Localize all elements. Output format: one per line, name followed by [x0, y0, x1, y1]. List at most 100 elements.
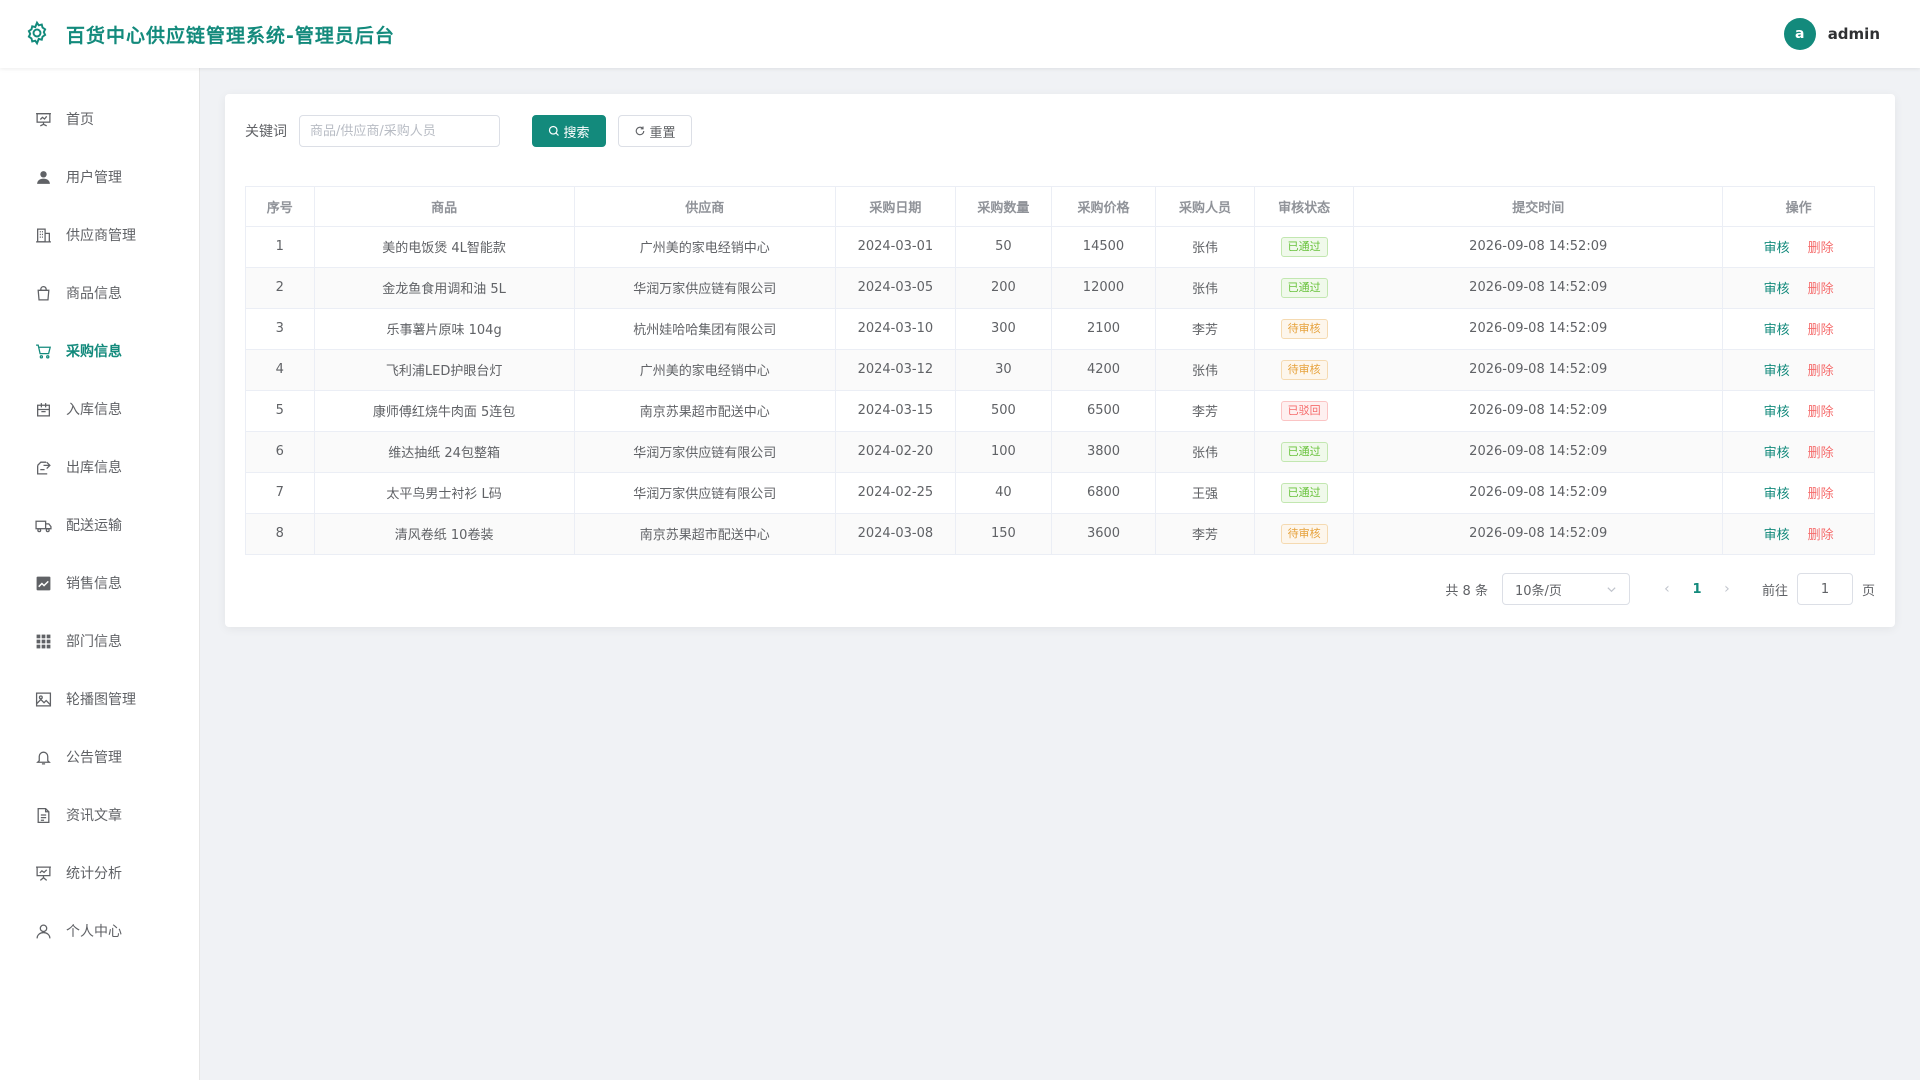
sidebar-item-label: 供应商管理 [66, 228, 136, 244]
cell-index: 6 [246, 431, 315, 473]
audit-button[interactable]: 审核 [1764, 323, 1790, 338]
cell-supplier: 南京苏果超市配送中心 [574, 513, 836, 554]
sidebar-item-label: 轮播图管理 [66, 692, 136, 708]
sidebar-item-label: 销售信息 [66, 576, 122, 592]
cell-status: 已通过 [1254, 431, 1355, 473]
search-label: 关键词 [245, 124, 287, 140]
sidebar-item-12[interactable]: 资讯文章 [0, 786, 199, 844]
sidebar-item-6[interactable]: 出库信息 [0, 438, 199, 496]
column-header: 操作 [1722, 187, 1874, 227]
cell-buyer: 张伟 [1155, 226, 1256, 268]
status-badge: 待审核 [1280, 318, 1328, 339]
cell-qty: 100 [955, 431, 1052, 473]
table-row: 4 飞利浦LED护眼台灯 广州美的家电经销中心 2024-03-12 30 4200 张伟 待… [246, 349, 1874, 391]
cell-actions: 审核 删除 [1722, 431, 1874, 473]
audit-button[interactable]: 审核 [1764, 446, 1790, 461]
sidebar-item-label: 公告管理 [66, 750, 122, 766]
sidebar-item-4[interactable]: 采购信息 [0, 322, 199, 380]
sidebar-item-2[interactable]: 供应商管理 [0, 206, 199, 264]
status-badge: 已通过 [1280, 277, 1328, 298]
goto-label: 前往 [1761, 583, 1788, 599]
sidebar-item-0[interactable]: 首页 [0, 90, 199, 148]
presentation-icon [34, 110, 52, 128]
sidebar-item-8[interactable]: 销售信息 [0, 554, 199, 612]
delete-button[interactable]: 删除 [1808, 364, 1834, 379]
cell-price: 6500 [1051, 390, 1157, 432]
avatar[interactable]: a [1783, 18, 1816, 50]
delete-button[interactable]: 删除 [1808, 487, 1834, 502]
cell-product: 康师傅红烧牛肉面 5连包 [314, 390, 575, 432]
sidebar-item-5[interactable]: 入库信息 [0, 380, 199, 438]
audit-button[interactable]: 审核 [1764, 364, 1790, 379]
username[interactable]: admin [1828, 25, 1880, 43]
cell-qty: 40 [955, 472, 1052, 514]
sidebar-item-3[interactable]: 商品信息 [0, 264, 199, 322]
page-number[interactable]: 1 [1682, 582, 1712, 597]
picture-icon [34, 690, 52, 708]
sidebar-item-9[interactable]: 部门信息 [0, 612, 199, 670]
sidebar: 首页 用户管理供应商管理商品信息 采购信息 入库信息 出库信息 配送运输销售信息部门信息轮… [0, 68, 200, 1080]
cell-price: 12000 [1051, 267, 1157, 309]
cell-submit-time: 2026-09-08 14:52:09 [1353, 267, 1724, 309]
delete-button[interactable]: 删除 [1808, 446, 1834, 461]
cell-date: 2024-02-25 [835, 472, 956, 514]
cell-product: 美的电饭煲 4L智能款 [314, 226, 575, 268]
cell-buyer: 张伟 [1155, 431, 1256, 473]
column-header: 提交时间 [1353, 187, 1724, 227]
sidebar-item-label: 个人中心 [66, 924, 122, 940]
status-badge: 待审核 [1280, 523, 1328, 544]
sidebar-item-7[interactable]: 配送运输 [0, 496, 199, 554]
cell-price: 3600 [1051, 513, 1157, 554]
cell-product: 清风卷纸 10卷装 [314, 513, 575, 554]
cell-actions: 审核 删除 [1722, 513, 1874, 554]
goto-page-input[interactable] [1796, 573, 1853, 605]
reset-button-label: 重置 [649, 125, 676, 141]
search-bar: 关键词 搜索 重置 [245, 114, 1875, 148]
cell-supplier: 华润万家供应链有限公司 [574, 431, 836, 473]
sidebar-item-11[interactable]: 公告管理 [0, 728, 199, 786]
app-title: 百货中心供应链管理系统-管理员后台 [66, 24, 395, 47]
cell-price: 14500 [1051, 226, 1157, 268]
cell-product: 太平鸟男士衬衫 L码 [314, 472, 575, 514]
prev-page-button[interactable]: ‹ [1652, 581, 1682, 597]
audit-button[interactable]: 审核 [1764, 528, 1790, 543]
cell-index: 7 [246, 472, 315, 514]
reset-button[interactable]: 重置 [618, 115, 692, 147]
grid-icon [34, 632, 52, 650]
audit-button[interactable]: 审核 [1764, 405, 1790, 420]
sidebar-item-10[interactable]: 轮播图管理 [0, 670, 199, 728]
cell-submit-time: 2026-09-08 14:52:09 [1353, 308, 1724, 350]
goto-suffix: 页 [1861, 583, 1875, 599]
cell-supplier: 广州美的家电经销中心 [574, 349, 836, 391]
sidebar-item-1[interactable]: 用户管理 [0, 148, 199, 206]
sidebar-item-13[interactable]: 统计分析 [0, 844, 199, 902]
brand: 百货中心供应链管理系统-管理员后台 [24, 20, 395, 48]
delete-button[interactable]: 删除 [1808, 323, 1834, 338]
audit-button[interactable]: 审核 [1764, 241, 1790, 256]
sidebar-item-label: 资讯文章 [66, 808, 122, 824]
shopping-bag-icon [34, 284, 52, 302]
status-badge: 已通过 [1280, 441, 1328, 462]
audit-button[interactable]: 审核 [1764, 487, 1790, 502]
delete-button[interactable]: 删除 [1808, 528, 1834, 543]
cell-status: 已通过 [1254, 267, 1355, 309]
cell-actions: 审核 删除 [1722, 349, 1874, 391]
page-size-select[interactable]: 10条/页 [1501, 573, 1630, 605]
delete-button[interactable]: 删除 [1808, 405, 1834, 420]
delete-button[interactable]: 删除 [1808, 282, 1834, 297]
search-input[interactable] [299, 115, 500, 147]
cell-actions: 审核 删除 [1722, 472, 1874, 514]
user-menu[interactable]: a admin [1783, 18, 1880, 50]
audit-button[interactable]: 审核 [1764, 282, 1790, 297]
next-page-button[interactable]: › [1712, 581, 1742, 597]
cell-date: 2024-03-12 [835, 349, 956, 391]
inbox-in-icon [34, 400, 52, 418]
cell-actions: 审核 删除 [1722, 267, 1874, 309]
page-size-value: 10条/页 [1514, 583, 1562, 599]
top-header: 百货中心供应链管理系统-管理员后台 a admin [0, 0, 1920, 68]
delete-button[interactable]: 删除 [1808, 241, 1834, 256]
cell-price: 3800 [1051, 431, 1157, 473]
search-button[interactable]: 搜索 [532, 115, 606, 147]
cell-status: 待审核 [1254, 349, 1355, 391]
sidebar-item-14[interactable]: 个人中心 [0, 902, 199, 960]
